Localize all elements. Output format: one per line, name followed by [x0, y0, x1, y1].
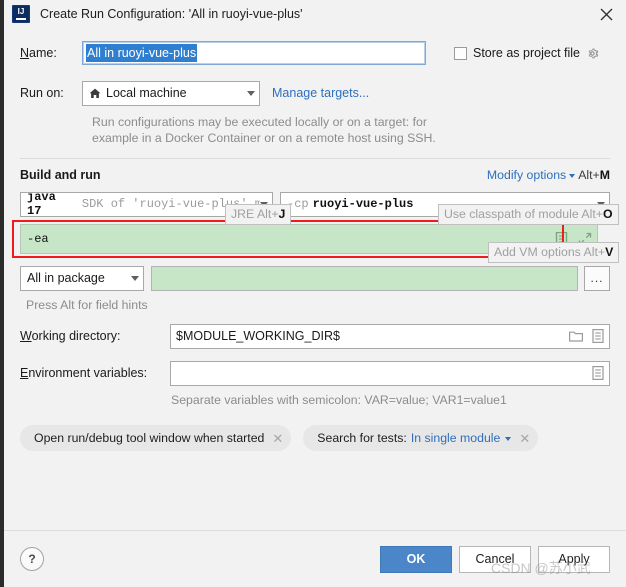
- working-directory-row: Working directory: $MODULE_WORKING_DIR$: [20, 323, 610, 349]
- run-on-target-value: Local machine: [106, 86, 187, 100]
- name-label: Name:: [20, 46, 57, 60]
- divider: [20, 158, 610, 159]
- dialog-footer: ? OK Cancel Apply: [4, 530, 626, 587]
- gear-icon[interactable]: [586, 47, 599, 60]
- environment-variables-input[interactable]: [170, 360, 610, 386]
- close-icon[interactable]: [586, 0, 626, 28]
- dialog-title: Create Run Configuration: 'All in ruoyi-…: [40, 7, 303, 21]
- chip-value[interactable]: In single module: [411, 431, 501, 445]
- chevron-down-icon: [247, 90, 255, 96]
- close-icon[interactable]: ✕: [272, 432, 283, 445]
- modify-options-shortcut: Alt+M: [578, 168, 610, 182]
- run-on-hint: Run configurations may be executed local…: [92, 114, 610, 146]
- classpath-module: ruoyi-vue-plus: [312, 197, 414, 211]
- name-input-value: All in ruoyi-vue-plus: [86, 44, 198, 62]
- environment-variables-label-text: nvironment variables:: [28, 366, 148, 380]
- option-chips: Open run/debug tool window when started …: [20, 425, 610, 451]
- manage-targets-link[interactable]: Manage targets...: [272, 86, 369, 100]
- working-directory-icons: [569, 329, 604, 343]
- run-on-row: Run on: Local machine Manage targets...: [20, 80, 610, 106]
- store-as-project-file-checkbox[interactable]: [454, 46, 467, 60]
- build-and-run-header: Build and run Modify options Alt+M: [20, 168, 610, 182]
- vm-options-value: -ea: [27, 232, 49, 246]
- build-and-run-title: Build and run: [20, 168, 101, 182]
- environment-variables-label: Environment variables:: [20, 366, 148, 380]
- name-input[interactable]: All in ruoyi-vue-plus: [82, 41, 426, 65]
- environment-variables-row: Environment variables:: [20, 360, 610, 386]
- jre-name: java 17: [27, 191, 56, 217]
- store-as-project-file-group[interactable]: Store as project file: [454, 46, 599, 60]
- test-scope-dropdown[interactable]: All in package: [20, 265, 144, 291]
- browse-package-button[interactable]: ...: [584, 265, 610, 291]
- working-directory-input[interactable]: $MODULE_WORKING_DIR$: [170, 323, 610, 349]
- run-on-label: Run on:: [20, 86, 64, 100]
- macro-list-icon[interactable]: [592, 366, 604, 380]
- name-row: Name: All in ruoyi-vue-plus Store as pro…: [20, 40, 610, 66]
- dialog-content: JRE Alt+J Use classpath of module Alt+O …: [4, 28, 626, 530]
- footer-buttons: OK Cancel Apply: [380, 545, 610, 573]
- vm-bubble-key: V: [605, 245, 614, 259]
- jre-bubble-key: J: [278, 207, 286, 221]
- jre-bubble-label: JRE Alt+: [231, 207, 279, 221]
- apply-button[interactable]: Apply: [538, 545, 610, 573]
- jre-shortcut-bubble: JRE Alt+J: [225, 204, 292, 225]
- chevron-down-icon: [569, 174, 576, 178]
- chevron-down-icon[interactable]: [505, 437, 512, 441]
- classpath-bubble-label: Use classpath of module Alt+: [444, 207, 603, 221]
- classpath-bubble-key: O: [602, 207, 613, 221]
- chip-search-for-tests[interactable]: Search for tests: In single module ✕: [303, 425, 539, 451]
- name-label-text: ame:: [29, 46, 57, 60]
- environment-variables-icons: [592, 366, 604, 380]
- intellij-idea-icon: [12, 5, 30, 23]
- store-as-project-file-label: Store as project file: [473, 46, 580, 60]
- environment-variables-hint: Separate variables with semicolon: VAR=v…: [171, 393, 507, 407]
- package-input[interactable]: [151, 265, 578, 291]
- classpath-shortcut-bubble: Use classpath of module Alt+O: [438, 204, 619, 225]
- run-on-hint-line1: Run configurations may be executed local…: [92, 115, 427, 129]
- chip-label: Open run/debug tool window when started: [34, 431, 265, 445]
- home-icon: [89, 88, 101, 99]
- vm-options-shortcut-bubble: Add VM options Alt+V: [488, 242, 620, 263]
- test-scope-value: All in package: [27, 271, 105, 285]
- help-button[interactable]: ?: [20, 547, 44, 571]
- modify-options-button[interactable]: Modify options Alt+M: [487, 168, 610, 182]
- modify-shortcut-prefix: Alt+: [578, 168, 600, 182]
- ok-button[interactable]: OK: [380, 545, 452, 573]
- close-icon[interactable]: ✕: [519, 432, 530, 445]
- modify-shortcut-key: M: [599, 168, 610, 182]
- working-directory-value: $MODULE_WORKING_DIR$: [176, 329, 340, 343]
- macro-list-icon[interactable]: [592, 329, 604, 343]
- create-run-configuration-dialog: Create Run Configuration: 'All in ruoyi-…: [4, 0, 626, 587]
- working-directory-label-text: orking directory:: [31, 329, 121, 343]
- chip-label: Search for tests:: [317, 431, 407, 445]
- working-directory-label: Working directory:: [20, 329, 121, 343]
- run-on-hint-line2: example in a Docker Container or on a re…: [92, 131, 436, 145]
- dialog-titlebar: Create Run Configuration: 'All in ruoyi-…: [4, 0, 626, 28]
- vm-bubble-label: Add VM options Alt+: [494, 245, 606, 259]
- chip-open-run-debug-window[interactable]: Open run/debug tool window when started …: [20, 425, 292, 451]
- run-on-target-dropdown[interactable]: Local machine: [82, 80, 260, 106]
- folder-icon[interactable]: [569, 330, 583, 342]
- test-scope-row: All in package ...: [20, 265, 610, 291]
- field-hints-text: Press Alt for field hints: [26, 298, 148, 312]
- chevron-down-icon: [131, 275, 139, 281]
- cancel-button[interactable]: Cancel: [459, 545, 531, 573]
- modify-options-label: Modify options: [486, 168, 567, 182]
